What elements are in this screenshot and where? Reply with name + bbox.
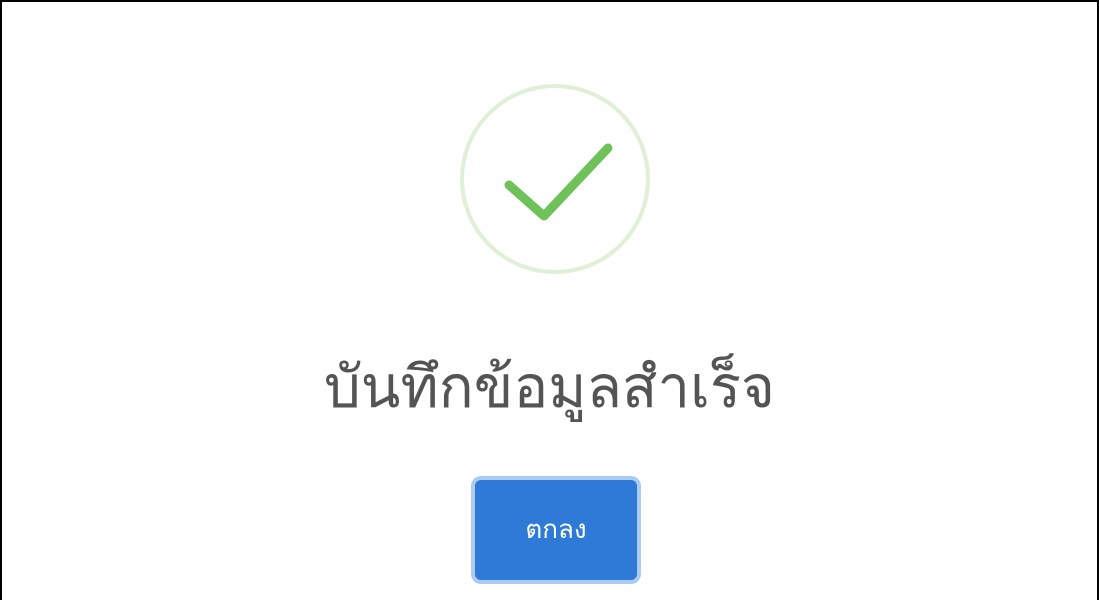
success-check-icon — [460, 84, 650, 274]
confirm-button[interactable]: ตกลง — [471, 476, 641, 584]
success-dialog: บันทึกข้อมูลสำเร็จ ตกลง — [0, 0, 1099, 600]
checkmark-icon — [504, 143, 613, 221]
dialog-title: บันทึกข้อมูลสำเร็จ — [323, 353, 775, 421]
